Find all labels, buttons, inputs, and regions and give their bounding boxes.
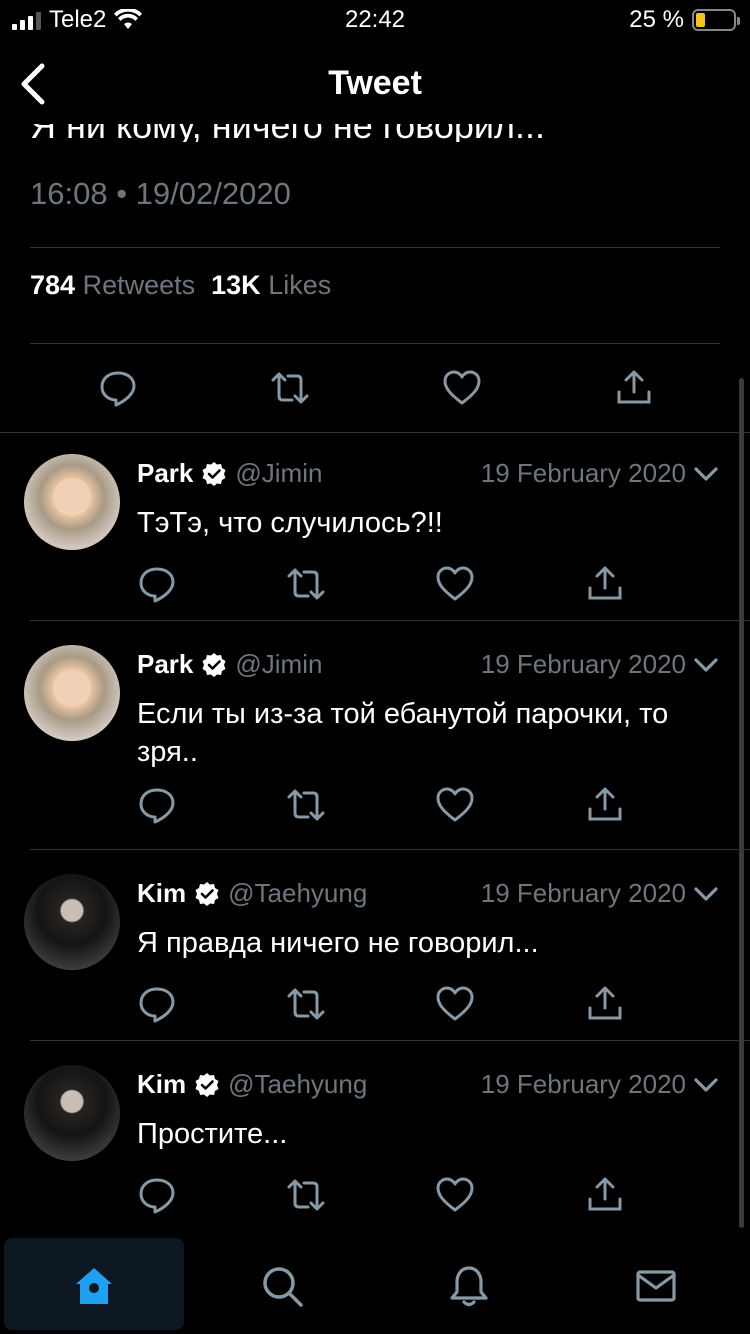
avatar[interactable] (24, 1065, 120, 1161)
like-icon[interactable] (435, 984, 475, 1024)
reply-tweet[interactable]: Kim @Taehyung 19 February 2020 Я правда … (0, 854, 750, 1042)
tab-bar (0, 1234, 750, 1334)
divider (30, 247, 720, 248)
share-icon[interactable] (585, 1175, 625, 1215)
reply-icon[interactable] (137, 1175, 177, 1215)
verified-badge-icon (201, 461, 227, 487)
reply-date: 19 February 2020 (480, 878, 686, 908)
battery-icon (692, 9, 740, 31)
like-icon[interactable] (435, 1175, 475, 1215)
verified-badge-icon (194, 881, 220, 907)
retweets-count: 784 (30, 270, 76, 300)
avatar[interactable] (24, 874, 120, 970)
retweets-label: Retweets (82, 270, 196, 300)
reply-icon[interactable] (137, 564, 177, 604)
like-icon[interactable] (435, 564, 475, 604)
reply-header: Park @Jimin (137, 458, 322, 489)
reply-icon[interactable] (137, 984, 177, 1024)
status-right: 25 % (629, 6, 740, 34)
search-icon[interactable] (260, 1264, 304, 1308)
like-icon[interactable] (442, 368, 482, 408)
author-handle: @Taehyung (228, 1069, 368, 1099)
share-icon[interactable] (585, 984, 625, 1024)
tweet-actions (0, 362, 750, 412)
reply-tweet[interactable]: Park @Jimin 19 February 2020 ТэТэ, что с… (0, 434, 750, 622)
scrollbar[interactable] (739, 378, 744, 1228)
retweets-stat[interactable]: 784 Retweets (30, 270, 195, 301)
author-handle: @Taehyung (228, 878, 368, 908)
author-name[interactable]: Kim (137, 1069, 186, 1100)
retweet-icon[interactable] (286, 1175, 326, 1215)
reply-tweet[interactable]: Kim @Taehyung 19 February 2020 Простите.… (0, 1045, 750, 1233)
chevron-down-icon[interactable] (692, 880, 720, 908)
chevron-down-icon[interactable] (692, 1071, 720, 1099)
reply-tweet[interactable]: Park @Jimin 19 February 2020 Если ты из-… (0, 625, 750, 851)
reply-header: Kim @Taehyung (137, 1069, 367, 1100)
divider (30, 1040, 750, 1041)
reply-date: 19 February 2020 (480, 1069, 686, 1099)
retweet-icon[interactable] (270, 368, 310, 408)
like-icon[interactable] (435, 785, 475, 825)
reply-header: Park @Jimin (137, 649, 322, 680)
divider (30, 849, 750, 850)
section-divider (0, 432, 750, 433)
mail-icon[interactable] (634, 1264, 678, 1308)
share-icon[interactable] (585, 564, 625, 604)
tweet-stats: 784 Retweets 13K Likes (30, 270, 331, 301)
retweet-icon[interactable] (286, 785, 326, 825)
retweet-icon[interactable] (286, 984, 326, 1024)
reply-text: ТэТэ, что случилось?!! (137, 507, 443, 539)
author-handle: @Jimin (235, 458, 323, 488)
verified-badge-icon (194, 1072, 220, 1098)
avatar[interactable] (24, 645, 120, 741)
divider (30, 343, 720, 344)
page-title: Tweet (328, 64, 422, 102)
reply-icon[interactable] (98, 368, 138, 408)
author-name[interactable]: Kim (137, 878, 186, 909)
share-icon[interactable] (585, 785, 625, 825)
share-icon[interactable] (614, 368, 654, 408)
home-icon[interactable] (72, 1264, 116, 1308)
reply-text: Простите... (137, 1118, 288, 1150)
avatar[interactable] (24, 454, 120, 550)
reply-text: Я правда ничего не говорил... (137, 927, 539, 959)
likes-label: Likes (268, 270, 332, 300)
chevron-down-icon[interactable] (692, 651, 720, 679)
author-name[interactable]: Park (137, 458, 193, 489)
bell-icon[interactable] (447, 1264, 491, 1308)
author-name[interactable]: Park (137, 649, 193, 680)
divider (30, 620, 750, 621)
reply-date: 19 February 2020 (480, 458, 686, 488)
verified-badge-icon (201, 652, 227, 678)
reply-text: Если ты из-за той ебанутой парочки, то з… (137, 698, 669, 768)
chevron-down-icon[interactable] (692, 460, 720, 488)
reply-date: 19 February 2020 (480, 649, 686, 679)
reply-icon[interactable] (137, 785, 177, 825)
retweet-icon[interactable] (286, 564, 326, 604)
status-bar: Tele2 22:42 25 % (0, 0, 750, 40)
author-handle: @Jimin (235, 649, 323, 679)
battery-percent: 25 % (629, 6, 684, 33)
reply-header: Kim @Taehyung (137, 878, 367, 909)
likes-count: 13K (211, 270, 261, 300)
nav-bar: Tweet (0, 44, 750, 124)
tweet-timestamp: 16:08 • 19/02/2020 (30, 176, 291, 211)
likes-stat[interactable]: 13K Likes (211, 270, 331, 301)
